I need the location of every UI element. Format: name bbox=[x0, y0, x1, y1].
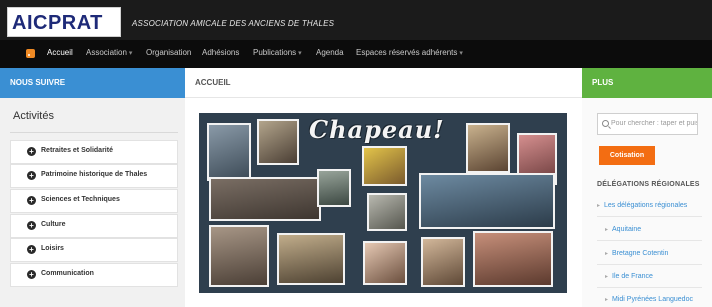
nav-item-association[interactable]: Association ▾ bbox=[86, 48, 132, 57]
activity-item-patrimoine[interactable]: + Patrimoine historique de Thales bbox=[10, 164, 178, 188]
plus-circle-icon: + bbox=[27, 270, 36, 279]
delegation-link-all[interactable]: ▸ Les délégations régionales bbox=[597, 202, 687, 209]
left-sidebar: Activités + Retraites et Solidarité + Pa… bbox=[0, 98, 185, 307]
photo bbox=[473, 231, 553, 287]
divider bbox=[10, 132, 178, 133]
nav-item-espaces-reserves[interactable]: Espaces réservés adhérents ▾ bbox=[356, 48, 463, 57]
divider bbox=[597, 287, 702, 288]
activities-title: Activités bbox=[13, 110, 54, 122]
photo bbox=[362, 146, 407, 186]
nav-item-accueil[interactable]: Accueil bbox=[47, 48, 73, 57]
accueil-header: ACCUEIL bbox=[185, 68, 582, 98]
delegation-link-ile-de-france[interactable]: ▸ Ile de France bbox=[605, 273, 653, 280]
nav-item-organisation[interactable]: Organisation bbox=[146, 48, 191, 57]
chevron-right-icon: ▸ bbox=[605, 297, 609, 303]
site-header: AICPRAT ASSOCIATION AMICALE DES ANCIENS … bbox=[0, 0, 712, 40]
plus-circle-icon: + bbox=[27, 147, 36, 156]
photo bbox=[419, 173, 555, 229]
rss-icon[interactable] bbox=[26, 49, 35, 58]
activity-label: Culture bbox=[41, 221, 66, 228]
photo bbox=[363, 241, 407, 285]
cotisation-button[interactable]: Cotisation bbox=[599, 146, 655, 165]
photo bbox=[209, 225, 269, 287]
delegations-title: DÉLÉGATIONS RÉGIONALES bbox=[597, 181, 700, 188]
plus-header: PLUS bbox=[582, 68, 712, 98]
nous-suivre-header: NOUS SUIVRE bbox=[0, 68, 185, 98]
activity-label: Patrimoine historique de Thales bbox=[41, 171, 148, 178]
plus-circle-icon: + bbox=[27, 196, 36, 205]
site-title: ASSOCIATION AMICALE DES ANCIENS DE THALE… bbox=[132, 19, 335, 28]
chevron-right-icon: ▸ bbox=[605, 251, 609, 257]
photo bbox=[421, 237, 465, 287]
plus-circle-icon: + bbox=[27, 245, 36, 254]
activity-label: Sciences et Techniques bbox=[41, 196, 120, 203]
nav-item-publications[interactable]: Publications ▾ bbox=[253, 48, 302, 57]
logo-text: AICPRAT bbox=[12, 12, 103, 34]
activity-item-retraites[interactable]: + Retraites et Solidarité bbox=[10, 140, 178, 164]
photo bbox=[466, 123, 510, 173]
chevron-right-icon: ▸ bbox=[605, 227, 609, 233]
divider bbox=[597, 264, 702, 265]
photo bbox=[209, 177, 321, 221]
photo bbox=[367, 193, 407, 231]
chevron-down-icon: ▾ bbox=[128, 50, 133, 57]
nav-item-agenda[interactable]: Agenda bbox=[316, 48, 344, 57]
chapeau-banner[interactable]: Chapeau! bbox=[199, 113, 567, 293]
plus-circle-icon: + bbox=[27, 171, 36, 180]
photo bbox=[277, 233, 345, 285]
activity-item-communication[interactable]: + Communication bbox=[10, 263, 178, 287]
site-logo[interactable]: AICPRAT bbox=[7, 7, 121, 37]
activity-item-culture[interactable]: + Culture bbox=[10, 214, 178, 238]
banner-title: Chapeau! bbox=[309, 115, 445, 144]
chevron-down-icon: ▾ bbox=[459, 50, 463, 57]
delegation-link-bretagne[interactable]: ▸ Bretagne Cotentin bbox=[605, 250, 668, 257]
activity-label: Retraites et Solidarité bbox=[41, 147, 113, 154]
photo bbox=[317, 169, 351, 207]
activity-label: Loisirs bbox=[41, 245, 64, 252]
delegation-link-aquitaine[interactable]: ▸ Aquitaine bbox=[605, 226, 641, 233]
activity-item-sciences[interactable]: + Sciences et Techniques bbox=[10, 189, 178, 213]
plus-circle-icon: + bbox=[27, 221, 36, 230]
photo bbox=[207, 123, 251, 181]
search-placeholder: Pour chercher : taper et puis bbox=[611, 120, 697, 127]
photo bbox=[257, 119, 299, 165]
delegation-link-midi-pyrenees[interactable]: ▸ Midi Pyrénées Languedoc bbox=[605, 296, 693, 303]
divider bbox=[597, 240, 702, 241]
nav-item-adhesions[interactable]: Adhésions bbox=[202, 48, 239, 57]
main-nav: Accueil Association ▾ Organisation Adhési… bbox=[0, 40, 712, 68]
chevron-down-icon: ▾ bbox=[298, 50, 302, 57]
chevron-right-icon: ▸ bbox=[605, 274, 609, 280]
search-input[interactable]: Pour chercher : taper et puis bbox=[597, 113, 698, 135]
search-icon bbox=[602, 120, 609, 127]
divider bbox=[597, 216, 702, 217]
chevron-right-icon: ▸ bbox=[597, 203, 601, 209]
activity-label: Communication bbox=[41, 270, 94, 277]
activity-item-loisirs[interactable]: + Loisirs bbox=[10, 238, 178, 262]
